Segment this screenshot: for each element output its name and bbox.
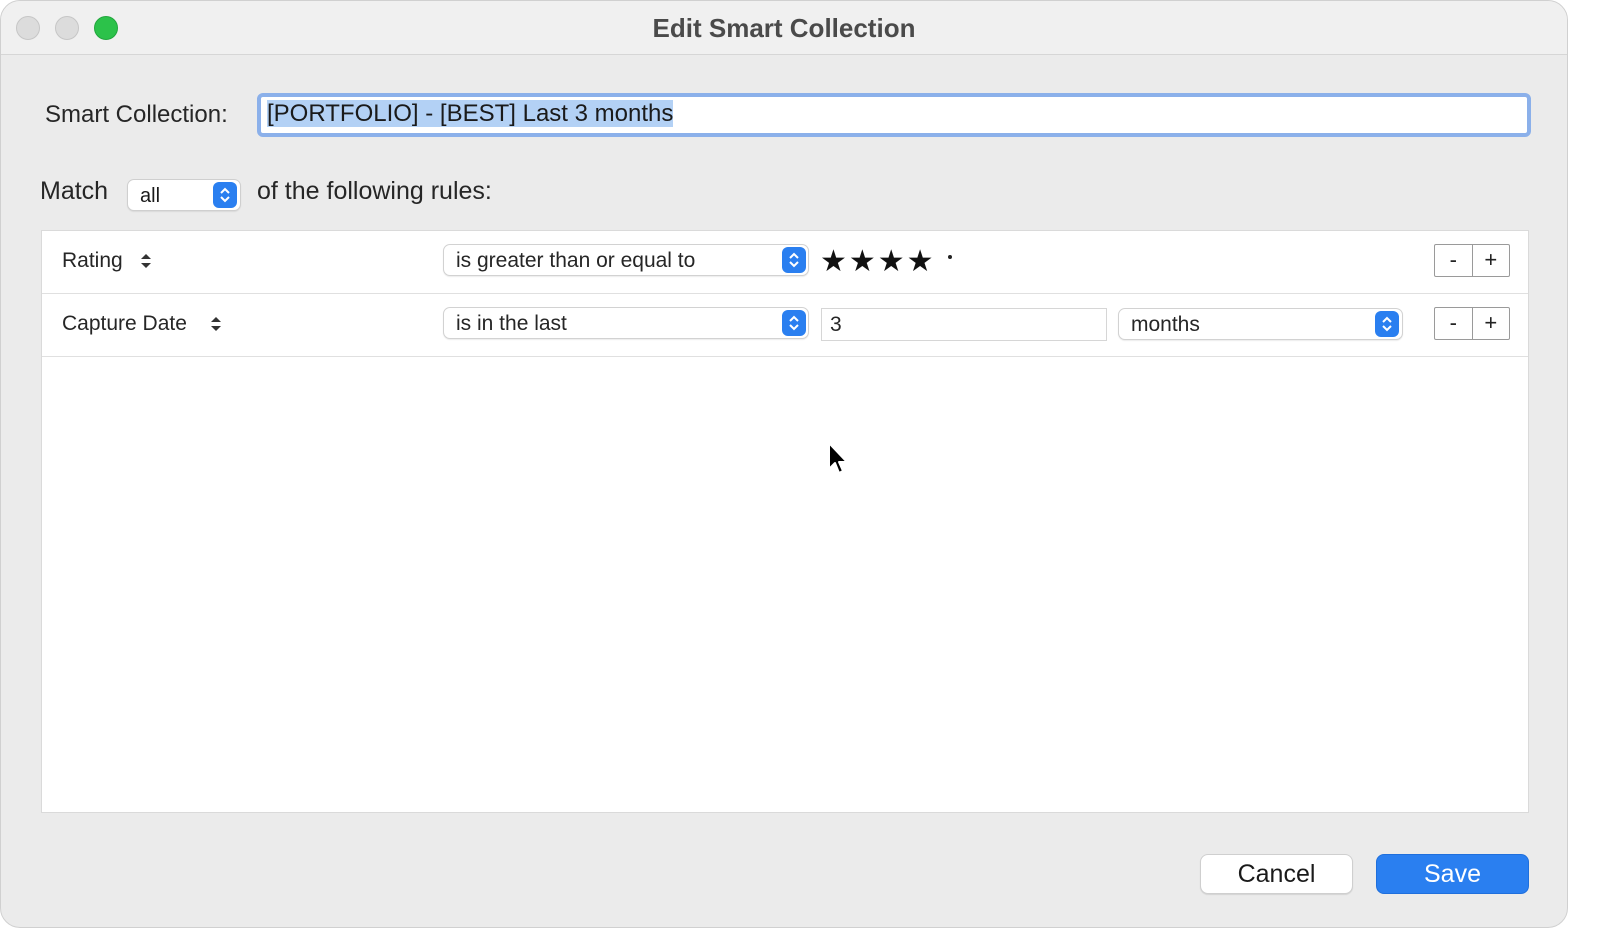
match-select[interactable]: all: [127, 179, 241, 211]
smart-collection-label: Smart Collection:: [45, 101, 228, 128]
edit-smart-collection-window: Edit Smart Collection Smart Collection: …: [0, 0, 1568, 928]
rule-unit-value: months: [1131, 313, 1200, 336]
rule-field-label[interactable]: Rating: [62, 249, 123, 273]
save-button[interactable]: Save: [1376, 854, 1529, 894]
match-label: Match: [40, 177, 109, 205]
add-rule-button[interactable]: +: [1473, 308, 1510, 339]
rule-row: Rating is greater than or equal to ★★★★ …: [42, 231, 1528, 294]
operator-stepper-icon: [782, 310, 806, 336]
field-updown-chevron-icon[interactable]: [140, 251, 152, 271]
rule-add-remove-group: - +: [1434, 244, 1510, 277]
match-select-stepper-icon: [213, 182, 237, 208]
rule-operator-select[interactable]: is in the last: [443, 307, 809, 339]
smart-collection-name-input[interactable]: [PORTFOLIO] - [BEST] Last 3 months: [257, 93, 1531, 137]
match-select-value: all: [140, 185, 161, 207]
selected-name-text: [PORTFOLIO] - [BEST] Last 3 months: [267, 100, 674, 127]
title-bar: Edit Smart Collection: [1, 1, 1567, 55]
empty-star-dot-icon[interactable]: [948, 255, 952, 259]
rule-row: Capture Date is in the last 3 months - +: [42, 294, 1528, 357]
match-suffix-text: of the following rules:: [257, 177, 492, 205]
rule-number-input[interactable]: 3: [821, 308, 1107, 341]
rule-add-remove-group: - +: [1434, 307, 1510, 340]
operator-stepper-icon: [782, 247, 806, 273]
rule-operator-value: is greater than or equal to: [456, 249, 696, 272]
window-title: Edit Smart Collection: [652, 13, 916, 43]
rule-field-label[interactable]: Capture Date: [62, 312, 187, 336]
add-rule-button[interactable]: +: [1473, 245, 1510, 276]
remove-rule-button[interactable]: -: [1435, 308, 1473, 339]
rule-unit-select[interactable]: months: [1118, 308, 1403, 340]
rule-operator-select[interactable]: is greater than or equal to: [443, 244, 809, 276]
cancel-button[interactable]: Cancel: [1200, 854, 1353, 894]
rule-operator-value: is in the last: [456, 312, 567, 335]
rules-list: Rating is greater than or equal to ★★★★ …: [41, 230, 1529, 813]
field-updown-chevron-icon[interactable]: [210, 314, 222, 334]
mouse-pointer-icon: [828, 442, 848, 474]
rating-stars[interactable]: ★★★★: [820, 244, 936, 279]
unit-stepper-icon: [1375, 311, 1399, 337]
remove-rule-button[interactable]: -: [1435, 245, 1473, 276]
